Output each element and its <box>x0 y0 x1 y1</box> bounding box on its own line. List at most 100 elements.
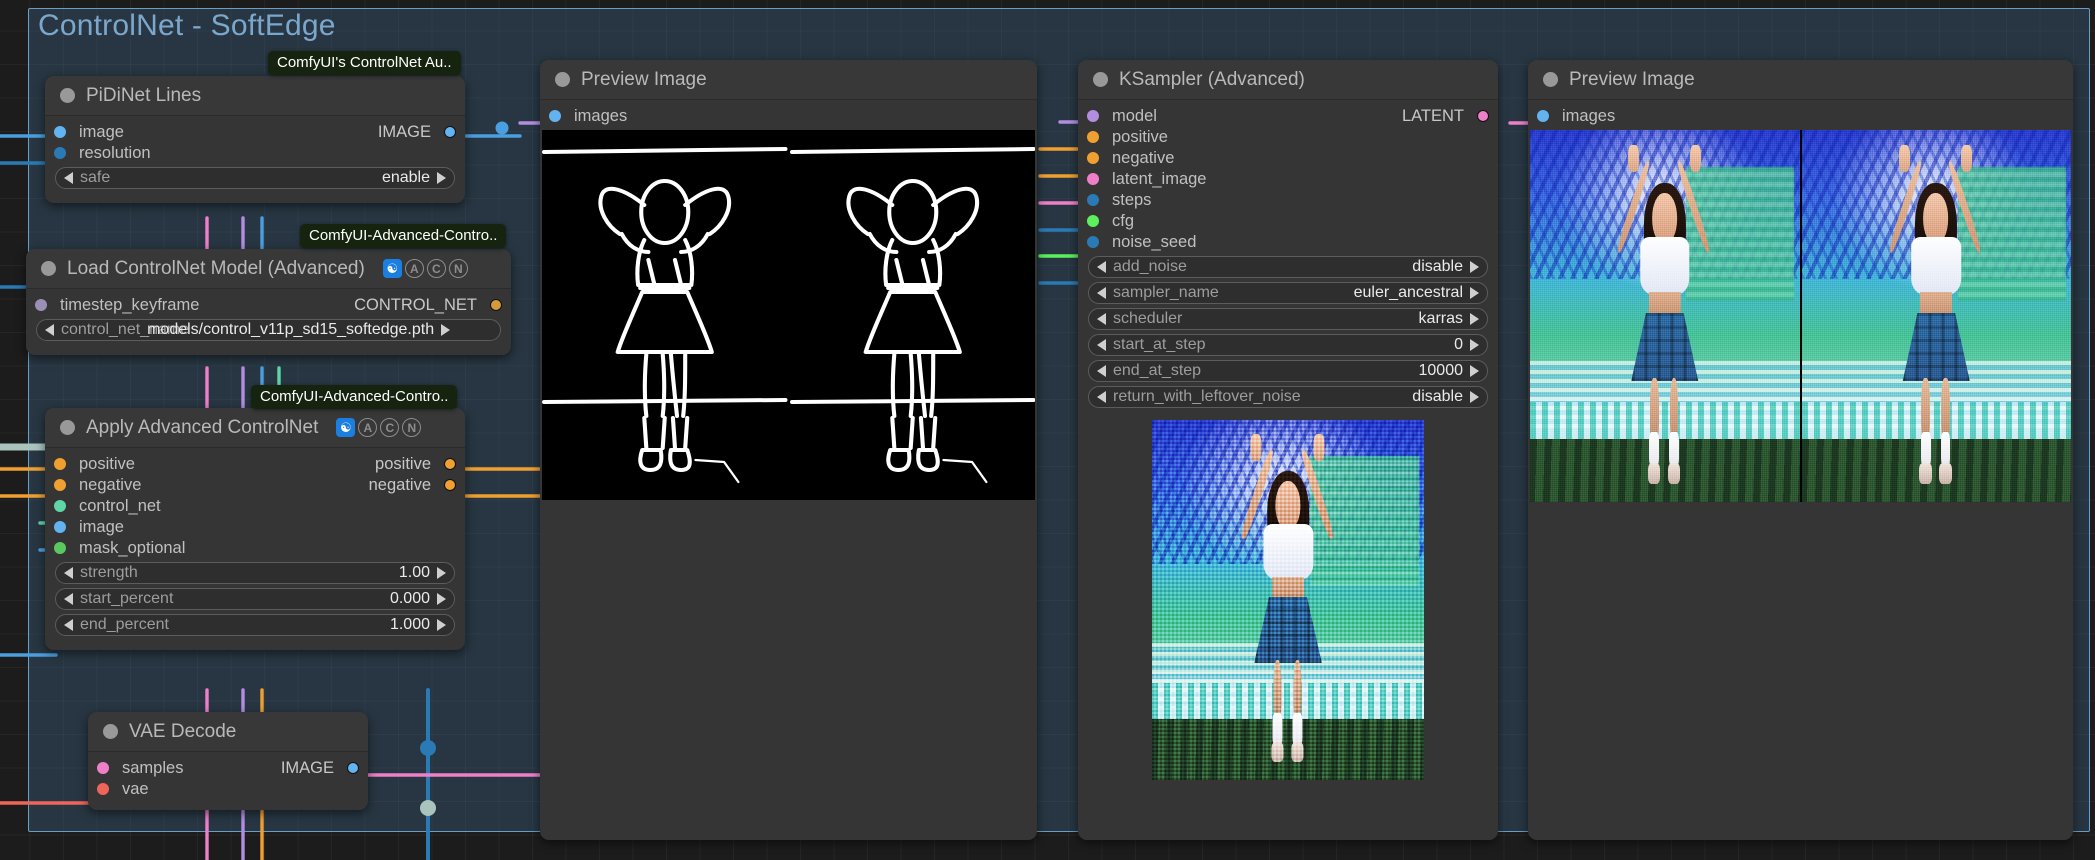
input-port-vae[interactable] <box>97 783 109 795</box>
widget-end-at-step[interactable]: end_at_step 10000 <box>1088 360 1488 382</box>
input-port-mask-optional[interactable] <box>54 542 66 554</box>
widget-start-percent[interactable]: start_percent 0.000 <box>55 588 455 610</box>
slot-positive[interactable]: positive positive <box>45 454 465 474</box>
increment-arrow-icon[interactable] <box>1470 339 1479 351</box>
input-port-control-net[interactable] <box>54 500 66 512</box>
collapse-dot-icon[interactable] <box>103 724 118 739</box>
image-preview-area[interactable] <box>542 130 1035 500</box>
input-port-positive[interactable] <box>1087 131 1099 143</box>
slot-negative[interactable]: negative negative <box>45 475 465 495</box>
decrement-arrow-icon[interactable] <box>64 619 73 631</box>
increment-arrow-icon[interactable] <box>1470 261 1479 273</box>
node-preview-image-generated[interactable]: Preview Image images <box>1528 60 2073 840</box>
input-port-timestep-keyframe[interactable] <box>35 299 47 311</box>
input-port-noise-seed[interactable] <box>1087 236 1099 248</box>
sampler-preview-area[interactable] <box>1152 420 1424 780</box>
node-title-bar[interactable]: Preview Image <box>1528 60 2073 100</box>
slot-image[interactable]: image <box>45 517 465 537</box>
collapse-dot-icon[interactable] <box>41 261 56 276</box>
node-title-bar[interactable]: PiDiNet Lines <box>45 76 465 116</box>
increment-arrow-icon[interactable] <box>441 324 451 336</box>
decrement-arrow-icon[interactable] <box>1097 313 1106 325</box>
input-port-images[interactable] <box>549 110 561 122</box>
slot-noise-seed[interactable]: noise_seed <box>1078 232 1498 252</box>
output-port-control-net[interactable] <box>490 299 502 311</box>
lineart-image[interactable] <box>789 130 1035 500</box>
increment-arrow-icon[interactable] <box>1470 313 1479 325</box>
decrement-arrow-icon[interactable] <box>1097 339 1106 351</box>
slot-latent-image[interactable]: latent_image <box>1078 169 1498 189</box>
output-port-image[interactable] <box>347 762 359 774</box>
widget-start-at-step[interactable]: start_at_step 0 <box>1088 334 1488 356</box>
input-port-model[interactable] <box>1087 110 1099 122</box>
slot-mask-optional[interactable]: mask_optional <box>45 538 465 558</box>
node-title-bar[interactable]: VAE Decode <box>88 712 368 752</box>
node-pidinet-lines[interactable]: PiDiNet Lines image IMAGE resolution saf… <box>45 76 465 203</box>
generated-image[interactable] <box>1530 130 1800 502</box>
node-title-bar[interactable]: Preview Image <box>540 60 1037 100</box>
slot-vae[interactable]: vae <box>88 779 368 799</box>
decrement-arrow-icon[interactable] <box>64 567 73 579</box>
collapse-dot-icon[interactable] <box>555 72 570 87</box>
decrement-arrow-icon[interactable] <box>64 172 73 184</box>
decrement-arrow-icon[interactable] <box>1097 261 1106 273</box>
widget-strength[interactable]: strength 1.00 <box>55 562 455 584</box>
output-port-latent[interactable] <box>1477 110 1489 122</box>
collapse-dot-icon[interactable] <box>60 420 75 435</box>
increment-arrow-icon[interactable] <box>1470 391 1479 403</box>
node-title-bar[interactable]: Load ControlNet Model (Advanced) ☯ A C N <box>26 249 511 289</box>
slot-images[interactable]: images <box>540 106 1037 126</box>
node-vae-decode[interactable]: VAE Decode samples IMAGE vae <box>88 712 368 810</box>
increment-arrow-icon[interactable] <box>437 567 446 579</box>
output-port-negative[interactable] <box>444 479 456 491</box>
input-port-negative[interactable] <box>1087 152 1099 164</box>
node-apply-advanced-controlnet[interactable]: Apply Advanced ControlNet ☯ A C N positi… <box>45 408 465 650</box>
increment-arrow-icon[interactable] <box>437 172 446 184</box>
slot-control-net[interactable]: control_net <box>45 496 465 516</box>
input-port-positive[interactable] <box>54 458 66 470</box>
slot-model[interactable]: model LATENT <box>1078 106 1498 126</box>
widget-safe[interactable]: safe enable <box>55 167 455 189</box>
slot-resolution[interactable]: resolution <box>45 143 465 163</box>
node-load-controlnet-model-advanced[interactable]: Load ControlNet Model (Advanced) ☯ A C N… <box>26 249 511 355</box>
increment-arrow-icon[interactable] <box>1470 287 1479 299</box>
collapse-dot-icon[interactable] <box>1543 72 1558 87</box>
output-port-positive[interactable] <box>444 458 456 470</box>
input-port-steps[interactable] <box>1087 194 1099 206</box>
image-preview-area[interactable] <box>1530 130 2071 502</box>
input-port-resolution[interactable] <box>54 147 66 159</box>
decrement-arrow-icon[interactable] <box>1097 391 1106 403</box>
slot-images[interactable]: images <box>1528 106 2073 126</box>
widget-return-with-leftover-noise[interactable]: return_with_leftover_noise disable <box>1088 386 1488 408</box>
input-port-images[interactable] <box>1537 110 1549 122</box>
input-port-negative[interactable] <box>54 479 66 491</box>
input-port-image[interactable] <box>54 126 66 138</box>
increment-arrow-icon[interactable] <box>437 619 446 631</box>
input-port-latent-image[interactable] <box>1087 173 1099 185</box>
slot-positive[interactable]: positive <box>1078 127 1498 147</box>
widget-end-percent[interactable]: end_percent 1.000 <box>55 614 455 636</box>
input-port-image[interactable] <box>54 521 66 533</box>
node-title-bar[interactable]: Apply Advanced ControlNet ☯ A C N <box>45 408 465 448</box>
slot-steps[interactable]: steps <box>1078 190 1498 210</box>
decrement-arrow-icon[interactable] <box>1097 287 1106 299</box>
slot-cfg[interactable]: cfg <box>1078 211 1498 231</box>
node-graph-canvas[interactable]: ControlNet - SoftEdge ComfyUI's ControlN… <box>0 0 2095 860</box>
collapse-dot-icon[interactable] <box>60 88 75 103</box>
widget-control-net-name[interactable]: control_net_name models/control_v11p_sd1… <box>36 319 501 341</box>
sampler-preview-image[interactable] <box>1152 420 1424 780</box>
increment-arrow-icon[interactable] <box>1470 365 1479 377</box>
input-port-cfg[interactable] <box>1087 215 1099 227</box>
output-port-image[interactable] <box>444 126 456 138</box>
slot-samples[interactable]: samples IMAGE <box>88 758 368 778</box>
slot-image[interactable]: image IMAGE <box>45 122 465 142</box>
node-ksampler-advanced[interactable]: KSampler (Advanced) model LATENT positiv… <box>1078 60 1498 840</box>
decrement-arrow-icon[interactable] <box>1097 365 1106 377</box>
widget-sampler-name[interactable]: sampler_name euler_ancestral <box>1088 282 1488 304</box>
slot-negative[interactable]: negative <box>1078 148 1498 168</box>
increment-arrow-icon[interactable] <box>437 593 446 605</box>
decrement-arrow-icon[interactable] <box>64 593 73 605</box>
widget-add-noise[interactable]: add_noise disable <box>1088 256 1488 278</box>
input-port-samples[interactable] <box>97 762 109 774</box>
node-preview-image-lineart[interactable]: Preview Image images <box>540 60 1037 840</box>
